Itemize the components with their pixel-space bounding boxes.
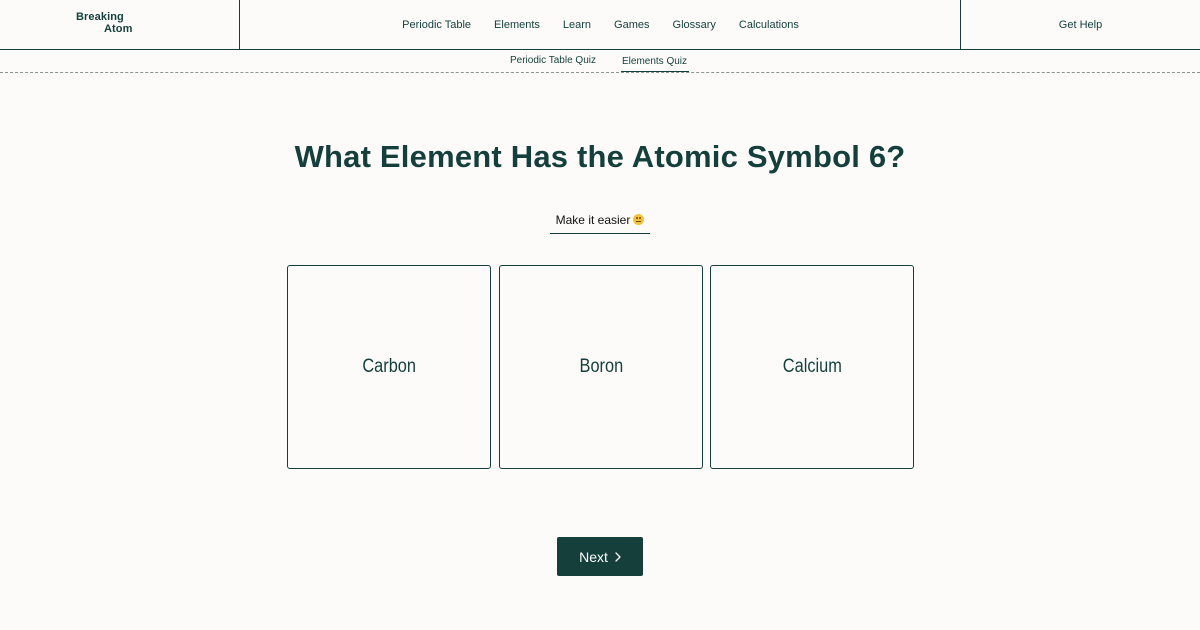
make-it-easier-button[interactable]: Make it easier <box>550 213 650 234</box>
nav-item-learn[interactable]: Learn <box>563 19 591 31</box>
subnav-active-indicator <box>621 71 689 72</box>
answer-option-label: Calcium <box>782 356 842 377</box>
help-section: Get Help <box>960 0 1200 49</box>
subnav-item-periodic-table-quiz[interactable]: Periodic Table Quiz <box>510 55 596 66</box>
answer-option-label: Boron <box>579 356 623 377</box>
logo-text-atom: Atom <box>104 23 133 35</box>
get-help-link[interactable]: Get Help <box>1059 19 1102 31</box>
next-button[interactable]: Next <box>557 537 643 576</box>
main-nav: Periodic Table Elements Learn Games Glos… <box>240 0 960 49</box>
answer-option-carbon[interactable]: Carbon <box>287 265 491 469</box>
answer-option-calcium[interactable]: Calcium <box>710 265 914 469</box>
nav-item-calculations[interactable]: Calculations <box>739 19 799 31</box>
subnav-item-elements-quiz[interactable]: Elements Quiz <box>622 56 687 67</box>
nav-item-periodic-table[interactable]: Periodic Table <box>402 19 471 31</box>
quiz-subnav: Periodic Table Quiz Elements Quiz <box>0 50 1200 73</box>
answer-option-boron[interactable]: Boron <box>499 265 703 469</box>
grimace-emoji-icon <box>633 214 645 225</box>
next-button-label: Next <box>579 548 608 565</box>
nav-item-elements[interactable]: Elements <box>494 19 540 31</box>
nav-item-glossary[interactable]: Glossary <box>673 19 716 31</box>
site-header: Breaking Atom Periodic Table Elements Le… <box>0 0 1200 50</box>
logo[interactable]: Breaking Atom <box>0 0 240 49</box>
chevron-right-icon <box>615 551 621 562</box>
logo-text-breaking: Breaking <box>76 11 124 23</box>
nav-item-games[interactable]: Games <box>614 19 649 31</box>
make-it-easier-label: Make it easier <box>555 213 631 227</box>
quiz-question: What Element Has the Atomic Symbol 6? <box>294 139 906 174</box>
answer-option-label: Carbon <box>362 356 416 377</box>
